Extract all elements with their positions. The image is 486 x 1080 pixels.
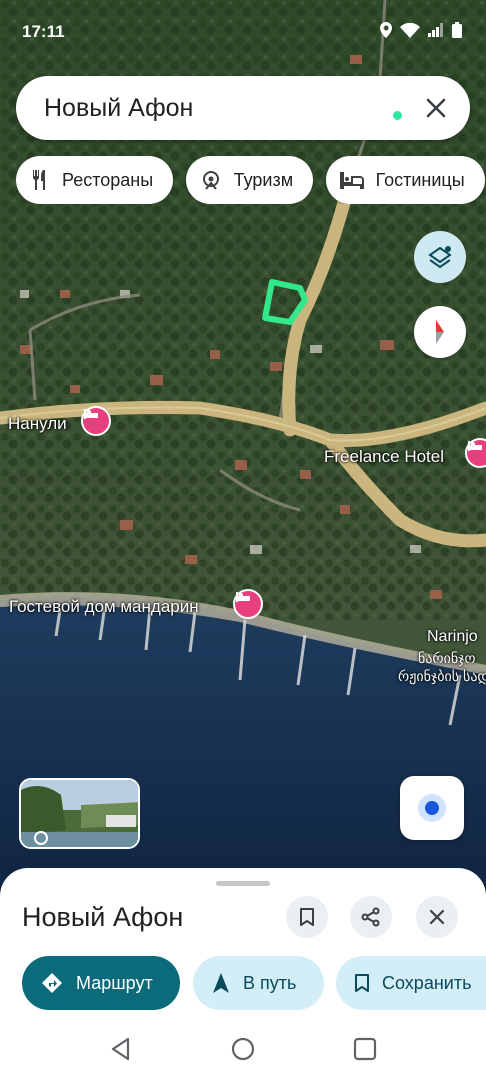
start-navigation-button[interactable]: В путь bbox=[193, 956, 324, 1010]
my-location-icon bbox=[418, 794, 446, 822]
wifi-icon bbox=[400, 22, 420, 38]
save-label: Сохранить bbox=[382, 972, 472, 993]
tourism-icon bbox=[202, 171, 219, 190]
map-label-nanuli[interactable]: Нанули bbox=[8, 414, 67, 434]
category-chips: Рестораны Туризм Гостиницы bbox=[16, 156, 486, 204]
street-view-thumbnail[interactable] bbox=[19, 778, 140, 849]
search-bar[interactable]: Новый Афон bbox=[16, 76, 470, 140]
bookmark-icon bbox=[300, 908, 314, 926]
hotel-icon bbox=[339, 172, 364, 189]
navigation-arrow-icon bbox=[213, 973, 229, 993]
my-location-button[interactable] bbox=[400, 776, 464, 840]
signal-icon bbox=[428, 23, 443, 37]
start-label: В путь bbox=[243, 972, 297, 993]
chip-hotels[interactable]: Гостиницы bbox=[325, 156, 485, 204]
layers-icon bbox=[428, 246, 452, 269]
map-label-narinjo-geo: ნარინჯო bbox=[418, 650, 476, 666]
compass-icon bbox=[436, 320, 444, 344]
status-time: 17:11 bbox=[22, 22, 65, 41]
chip-tourism[interactable]: Туризм bbox=[185, 156, 314, 204]
directions-icon bbox=[42, 973, 62, 993]
chip-label: Гостиницы bbox=[375, 169, 465, 190]
chip-restaurants[interactable]: Рестораны bbox=[16, 156, 174, 204]
share-button[interactable] bbox=[350, 896, 392, 938]
bookmark-icon bbox=[355, 974, 369, 992]
status-bar: 17:11 bbox=[0, 0, 486, 64]
share-icon bbox=[361, 907, 380, 927]
back-icon[interactable] bbox=[108, 1036, 134, 1062]
search-query[interactable]: Новый Афон bbox=[44, 94, 193, 123]
compass-button[interactable] bbox=[414, 306, 466, 358]
place-title: Новый Афон bbox=[22, 902, 184, 932]
map-label-guesthouse[interactable]: Гостевой дом мандарин bbox=[9, 597, 199, 617]
sheet-drag-handle[interactable] bbox=[216, 881, 270, 886]
system-navigation-bar bbox=[0, 1018, 486, 1080]
place-sheet[interactable]: Новый Афон Маршрут В путь Сохранить bbox=[0, 868, 486, 1080]
map-label-freelance-hotel[interactable]: Freelance Hotel bbox=[324, 447, 444, 467]
close-icon[interactable] bbox=[422, 94, 450, 122]
layers-button[interactable] bbox=[414, 231, 466, 283]
status-dot bbox=[393, 111, 402, 120]
recents-icon[interactable] bbox=[352, 1036, 378, 1062]
battery-icon bbox=[452, 22, 462, 38]
location-status-icon bbox=[380, 22, 392, 38]
save-button[interactable]: Сохранить bbox=[336, 956, 486, 1010]
chip-label: Рестораны bbox=[62, 169, 154, 190]
close-icon bbox=[429, 909, 445, 925]
restaurant-icon bbox=[32, 170, 45, 190]
home-icon[interactable] bbox=[230, 1036, 256, 1062]
hotel-pin-icon[interactable] bbox=[81, 406, 111, 436]
hotel-pin-icon[interactable] bbox=[233, 589, 263, 619]
route-label: Маршрут bbox=[76, 972, 153, 993]
close-sheet-button[interactable] bbox=[416, 896, 458, 938]
save-bookmark-button[interactable] bbox=[286, 896, 328, 938]
map-label-narinjo-geo-2: რჟინჯბის სად bbox=[398, 668, 486, 684]
map-label-narinjo[interactable]: Narinjo bbox=[427, 628, 478, 646]
chip-label: Туризм bbox=[233, 169, 294, 190]
route-button[interactable]: Маршрут bbox=[22, 956, 180, 1010]
